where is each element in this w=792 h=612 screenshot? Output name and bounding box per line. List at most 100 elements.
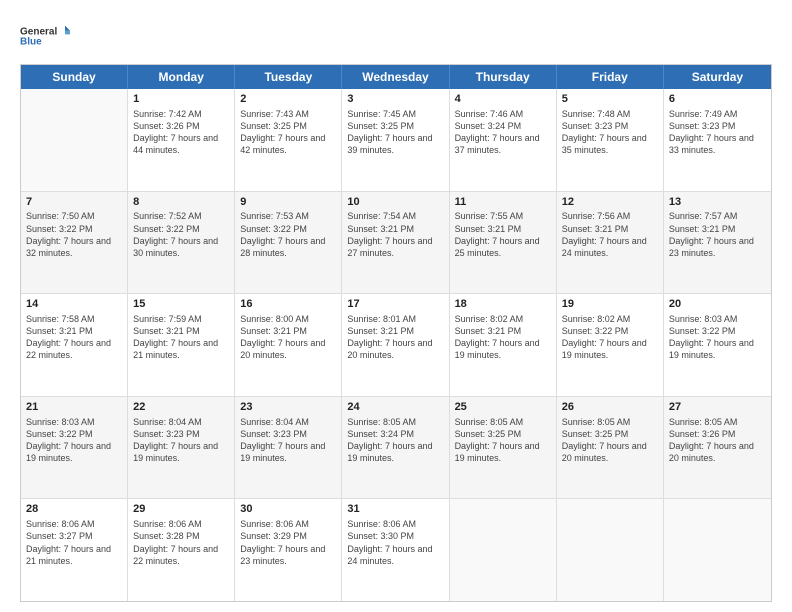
cal-cell-7: 7 Sunrise: 7:50 AMSunset: 3:22 PMDayligh… (21, 192, 128, 294)
day-number: 26 (562, 400, 658, 415)
day-number: 16 (240, 297, 336, 312)
day-header-thursday: Thursday (450, 65, 557, 89)
day-number: 5 (562, 92, 658, 107)
day-number: 10 (347, 195, 443, 210)
cell-info: Sunrise: 8:04 AMSunset: 3:23 PMDaylight:… (240, 416, 336, 465)
cell-info: Sunrise: 7:45 AMSunset: 3:25 PMDaylight:… (347, 108, 443, 157)
day-number: 7 (26, 195, 122, 210)
cal-cell-19: 19 Sunrise: 8:02 AMSunset: 3:22 PMDaylig… (557, 294, 664, 396)
cal-cell-27: 27 Sunrise: 8:05 AMSunset: 3:26 PMDaylig… (664, 397, 771, 499)
day-number: 29 (133, 502, 229, 517)
cell-info: Sunrise: 7:52 AMSunset: 3:22 PMDaylight:… (133, 210, 229, 259)
cell-info: Sunrise: 8:06 AMSunset: 3:28 PMDaylight:… (133, 518, 229, 567)
cell-info: Sunrise: 7:42 AMSunset: 3:26 PMDaylight:… (133, 108, 229, 157)
cal-cell-17: 17 Sunrise: 8:01 AMSunset: 3:21 PMDaylig… (342, 294, 449, 396)
cal-cell-11: 11 Sunrise: 7:55 AMSunset: 3:21 PMDaylig… (450, 192, 557, 294)
day-number: 18 (455, 297, 551, 312)
day-header-wednesday: Wednesday (342, 65, 449, 89)
cell-info: Sunrise: 7:59 AMSunset: 3:21 PMDaylight:… (133, 313, 229, 362)
cell-info: Sunrise: 8:05 AMSunset: 3:26 PMDaylight:… (669, 416, 766, 465)
day-number: 8 (133, 195, 229, 210)
cell-info: Sunrise: 7:57 AMSunset: 3:21 PMDaylight:… (669, 210, 766, 259)
day-number: 23 (240, 400, 336, 415)
cell-info: Sunrise: 8:06 AMSunset: 3:30 PMDaylight:… (347, 518, 443, 567)
calendar-body: 1 Sunrise: 7:42 AMSunset: 3:26 PMDayligh… (21, 89, 771, 601)
cal-row-2: 14 Sunrise: 7:58 AMSunset: 3:21 PMDaylig… (21, 294, 771, 397)
logo: General Blue (20, 16, 70, 54)
day-number: 13 (669, 195, 766, 210)
cal-cell-empty-4-4 (450, 499, 557, 601)
logo-svg: General Blue (20, 16, 70, 54)
day-header-friday: Friday (557, 65, 664, 89)
cal-cell-18: 18 Sunrise: 8:02 AMSunset: 3:21 PMDaylig… (450, 294, 557, 396)
cell-info: Sunrise: 7:54 AMSunset: 3:21 PMDaylight:… (347, 210, 443, 259)
day-number: 28 (26, 502, 122, 517)
day-number: 9 (240, 195, 336, 210)
cell-info: Sunrise: 8:03 AMSunset: 3:22 PMDaylight:… (26, 416, 122, 465)
day-number: 14 (26, 297, 122, 312)
cell-info: Sunrise: 7:49 AMSunset: 3:23 PMDaylight:… (669, 108, 766, 157)
cal-cell-12: 12 Sunrise: 7:56 AMSunset: 3:21 PMDaylig… (557, 192, 664, 294)
cal-cell-3: 3 Sunrise: 7:45 AMSunset: 3:25 PMDayligh… (342, 89, 449, 191)
cal-cell-1: 1 Sunrise: 7:42 AMSunset: 3:26 PMDayligh… (128, 89, 235, 191)
cell-info: Sunrise: 8:04 AMSunset: 3:23 PMDaylight:… (133, 416, 229, 465)
cal-cell-29: 29 Sunrise: 8:06 AMSunset: 3:28 PMDaylig… (128, 499, 235, 601)
cal-cell-10: 10 Sunrise: 7:54 AMSunset: 3:21 PMDaylig… (342, 192, 449, 294)
day-number: 2 (240, 92, 336, 107)
cal-cell-30: 30 Sunrise: 8:06 AMSunset: 3:29 PMDaylig… (235, 499, 342, 601)
cell-info: Sunrise: 7:43 AMSunset: 3:25 PMDaylight:… (240, 108, 336, 157)
cell-info: Sunrise: 7:53 AMSunset: 3:22 PMDaylight:… (240, 210, 336, 259)
day-number: 6 (669, 92, 766, 107)
day-number: 24 (347, 400, 443, 415)
cell-info: Sunrise: 7:46 AMSunset: 3:24 PMDaylight:… (455, 108, 551, 157)
cal-row-4: 28 Sunrise: 8:06 AMSunset: 3:27 PMDaylig… (21, 499, 771, 601)
svg-text:Blue: Blue (20, 36, 42, 47)
cal-cell-9: 9 Sunrise: 7:53 AMSunset: 3:22 PMDayligh… (235, 192, 342, 294)
svg-text:General: General (20, 26, 57, 37)
day-number: 19 (562, 297, 658, 312)
cal-cell-empty-0-0 (21, 89, 128, 191)
day-number: 11 (455, 195, 551, 210)
cell-info: Sunrise: 8:00 AMSunset: 3:21 PMDaylight:… (240, 313, 336, 362)
day-number: 30 (240, 502, 336, 517)
cal-cell-4: 4 Sunrise: 7:46 AMSunset: 3:24 PMDayligh… (450, 89, 557, 191)
cell-info: Sunrise: 8:06 AMSunset: 3:29 PMDaylight:… (240, 518, 336, 567)
cell-info: Sunrise: 7:56 AMSunset: 3:21 PMDaylight:… (562, 210, 658, 259)
cal-cell-20: 20 Sunrise: 8:03 AMSunset: 3:22 PMDaylig… (664, 294, 771, 396)
cal-cell-28: 28 Sunrise: 8:06 AMSunset: 3:27 PMDaylig… (21, 499, 128, 601)
cell-info: Sunrise: 7:58 AMSunset: 3:21 PMDaylight:… (26, 313, 122, 362)
cal-cell-26: 26 Sunrise: 8:05 AMSunset: 3:25 PMDaylig… (557, 397, 664, 499)
cell-info: Sunrise: 8:03 AMSunset: 3:22 PMDaylight:… (669, 313, 766, 362)
cal-cell-21: 21 Sunrise: 8:03 AMSunset: 3:22 PMDaylig… (21, 397, 128, 499)
day-number: 1 (133, 92, 229, 107)
cell-info: Sunrise: 7:50 AMSunset: 3:22 PMDaylight:… (26, 210, 122, 259)
cal-cell-5: 5 Sunrise: 7:48 AMSunset: 3:23 PMDayligh… (557, 89, 664, 191)
cal-cell-15: 15 Sunrise: 7:59 AMSunset: 3:21 PMDaylig… (128, 294, 235, 396)
cal-row-0: 1 Sunrise: 7:42 AMSunset: 3:26 PMDayligh… (21, 89, 771, 192)
cal-cell-6: 6 Sunrise: 7:49 AMSunset: 3:23 PMDayligh… (664, 89, 771, 191)
cal-row-3: 21 Sunrise: 8:03 AMSunset: 3:22 PMDaylig… (21, 397, 771, 500)
day-number: 17 (347, 297, 443, 312)
day-header-sunday: Sunday (21, 65, 128, 89)
cal-cell-31: 31 Sunrise: 8:06 AMSunset: 3:30 PMDaylig… (342, 499, 449, 601)
cell-info: Sunrise: 8:06 AMSunset: 3:27 PMDaylight:… (26, 518, 122, 567)
cell-info: Sunrise: 8:05 AMSunset: 3:25 PMDaylight:… (562, 416, 658, 465)
calendar: SundayMondayTuesdayWednesdayThursdayFrid… (20, 64, 772, 602)
page: General Blue SundayMondayTuesdayWednesda… (0, 0, 792, 612)
cal-cell-24: 24 Sunrise: 8:05 AMSunset: 3:24 PMDaylig… (342, 397, 449, 499)
day-number: 15 (133, 297, 229, 312)
day-header-saturday: Saturday (664, 65, 771, 89)
day-number: 27 (669, 400, 766, 415)
cal-cell-22: 22 Sunrise: 8:04 AMSunset: 3:23 PMDaylig… (128, 397, 235, 499)
cell-info: Sunrise: 7:55 AMSunset: 3:21 PMDaylight:… (455, 210, 551, 259)
day-number: 4 (455, 92, 551, 107)
cal-cell-2: 2 Sunrise: 7:43 AMSunset: 3:25 PMDayligh… (235, 89, 342, 191)
day-number: 22 (133, 400, 229, 415)
day-number: 3 (347, 92, 443, 107)
day-header-tuesday: Tuesday (235, 65, 342, 89)
cal-cell-16: 16 Sunrise: 8:00 AMSunset: 3:21 PMDaylig… (235, 294, 342, 396)
cal-cell-8: 8 Sunrise: 7:52 AMSunset: 3:22 PMDayligh… (128, 192, 235, 294)
header: General Blue (20, 16, 772, 54)
day-header-monday: Monday (128, 65, 235, 89)
cell-info: Sunrise: 8:01 AMSunset: 3:21 PMDaylight:… (347, 313, 443, 362)
